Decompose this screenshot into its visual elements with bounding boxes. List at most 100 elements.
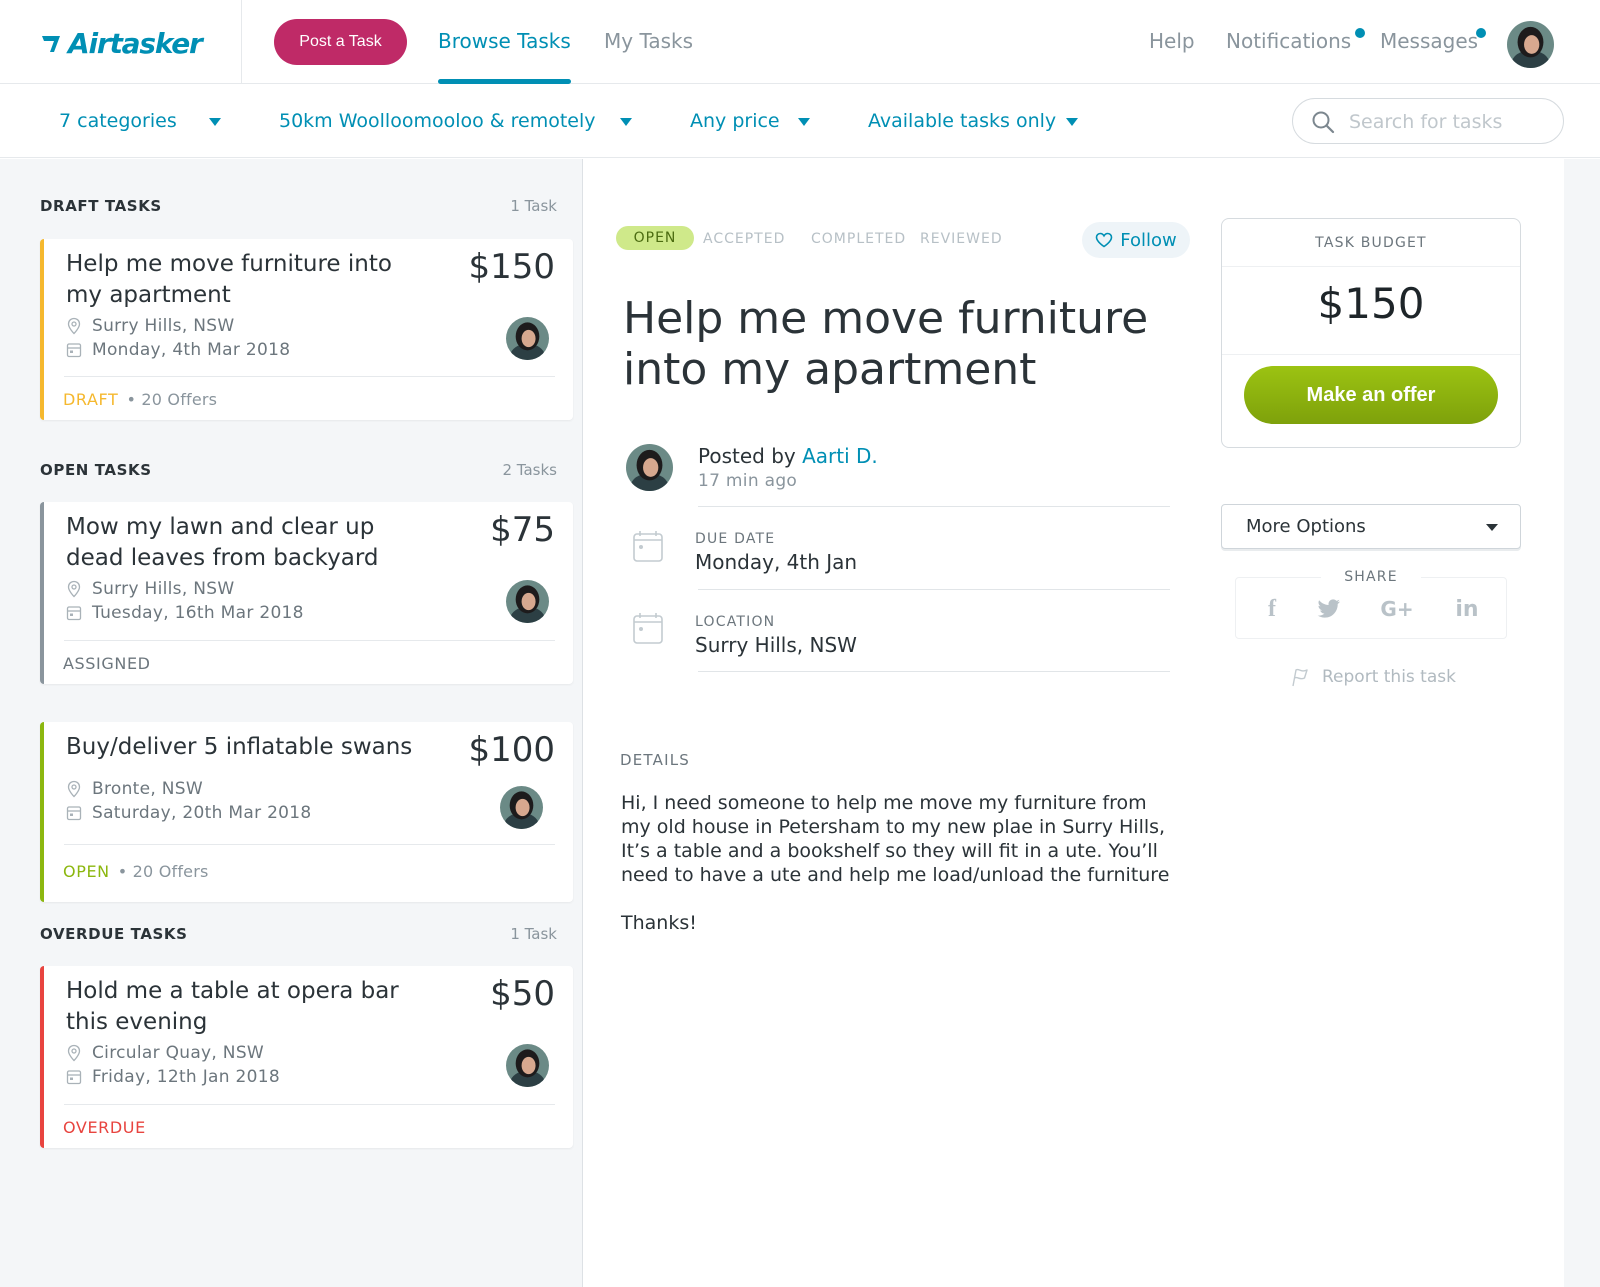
section-count-open: 2 Tasks [502, 461, 558, 479]
details-label: DETAILS [620, 751, 690, 769]
poster-avatar[interactable] [626, 444, 673, 491]
divider [698, 506, 1170, 507]
calendar-icon [66, 606, 82, 621]
poster-avatar [500, 786, 543, 829]
poster-name-link[interactable]: Aarti D. [802, 444, 878, 468]
location-label: LOCATION [695, 614, 776, 630]
task-list-sidebar: DRAFT TASKS 1 Task Help me move furnitur… [0, 159, 583, 1287]
divider [1222, 354, 1520, 355]
location-value: Surry Hills, NSW [695, 633, 857, 657]
task-card-location-text: Bronte, NSW [92, 779, 204, 799]
task-card-location-text: Surry Hills, NSW [92, 316, 235, 336]
logo-text: Airtasker [68, 26, 203, 60]
nav-notifications[interactable]: Notifications [1226, 29, 1351, 53]
report-task-link[interactable]: Report this task [1290, 667, 1456, 687]
search-icon [1312, 111, 1335, 134]
availability-filter[interactable]: Available tasks only [868, 110, 1056, 132]
task-card-title: Mow my lawn and clear up dead leaves fro… [66, 514, 379, 571]
section-count-overdue: 1 Task [510, 925, 557, 943]
more-options-dropdown[interactable]: More Options [1221, 504, 1521, 549]
section-title-open: OPEN TASKS [40, 461, 152, 479]
location-pin-icon [67, 580, 81, 598]
section-title-overdue: OVERDUE TASKS [40, 925, 188, 943]
task-card-price: $50 [490, 974, 555, 1014]
chevron-down-icon[interactable] [1066, 118, 1078, 126]
chevron-down-icon[interactable] [209, 118, 221, 126]
location-pin-icon [67, 780, 81, 798]
task-card-price: $75 [490, 510, 555, 550]
header-divider [241, 0, 242, 84]
flag-icon [1292, 668, 1308, 687]
nav-my-tasks[interactable]: My Tasks [604, 29, 693, 53]
task-card-location: Surry Hills, NSW [66, 579, 234, 599]
price-filter[interactable]: Any price [690, 110, 780, 132]
poster-avatar [506, 1044, 549, 1087]
calendar-icon [66, 343, 82, 358]
active-tab-indicator [438, 79, 571, 84]
post-task-button[interactable]: Post a Task [274, 19, 407, 65]
share-label: SHARE [1321, 569, 1421, 585]
task-card-date-text: Monday, 4th Mar 2018 [92, 340, 291, 360]
follow-label: Follow [1120, 229, 1177, 251]
offers-count: • 20 Offers [117, 862, 209, 881]
task-card-status: ASSIGNED [63, 654, 151, 673]
card-divider [64, 1104, 555, 1105]
search-input[interactable] [1349, 109, 1549, 135]
twitter-icon[interactable] [1316, 596, 1342, 622]
facebook-icon[interactable]: f [1262, 596, 1282, 622]
status-label: OVERDUE [63, 1118, 146, 1137]
status-label: ASSIGNED [63, 654, 151, 673]
status-label: OPEN [63, 862, 110, 881]
task-card-open[interactable]: Buy/deliver 5 inflatable swans $100 Bron… [40, 722, 573, 902]
task-card-location: Bronte, NSW [66, 779, 203, 799]
linkedin-icon[interactable]: in [1454, 596, 1480, 622]
nav-browse-tasks[interactable]: Browse Tasks [438, 29, 571, 53]
card-divider [64, 844, 555, 845]
task-card-title: Hold me a table at opera bar this evenin… [66, 978, 399, 1035]
task-card-status: OVERDUE [63, 1118, 146, 1137]
chevron-down-icon[interactable] [620, 118, 632, 126]
posted-time: 17 min ago [698, 471, 798, 491]
task-card-location-text: Circular Quay, NSW [92, 1043, 265, 1063]
report-label: Report this task [1322, 667, 1456, 687]
more-options-label: More Options [1246, 516, 1366, 537]
task-card-status: OPEN • 20 Offers [63, 862, 209, 881]
google-plus-icon[interactable]: G+ [1380, 596, 1414, 622]
airtasker-logo[interactable]: Airtasker [40, 26, 210, 60]
task-card-price: $100 [468, 730, 555, 770]
user-avatar[interactable] [1507, 21, 1554, 68]
chevron-down-icon[interactable] [798, 118, 810, 126]
card-divider [64, 376, 555, 377]
due-date-label: DUE DATE [695, 531, 776, 547]
make-offer-button[interactable]: Make an offer [1244, 366, 1498, 424]
location-pin-icon [67, 317, 81, 335]
calendar-icon [633, 531, 663, 562]
location-pin-icon [67, 1044, 81, 1062]
details-text: Hi, I need someone to help me move my fu… [621, 792, 1170, 934]
task-budget-card: TASK BUDGET $150 Make an offer [1221, 218, 1521, 448]
task-card-date-text: Saturday, 20th Mar 2018 [92, 803, 312, 823]
filter-bar: 7 categories 50km Woolloomooloo & remote… [0, 85, 1600, 158]
task-card-status: DRAFT • 20 Offers [63, 390, 217, 409]
heart-icon [1095, 232, 1113, 248]
task-card-title: Buy/deliver 5 inflatable swans [66, 734, 413, 760]
right-gutter [1564, 159, 1600, 1287]
follow-button[interactable]: Follow [1082, 222, 1190, 258]
task-card-title: Help me move furniture into my apartment [66, 251, 392, 308]
task-card-price: $150 [468, 247, 555, 287]
messages-unread-dot [1476, 28, 1486, 38]
location-filter[interactable]: 50km Woolloomooloo & remotely [279, 110, 596, 132]
status-step-open: OPEN [616, 226, 694, 250]
budget-label: TASK BUDGET [1315, 235, 1427, 251]
posted-by: Posted by Aarti D. [698, 444, 878, 468]
divider [1222, 266, 1520, 267]
task-card-date: Tuesday, 16th Mar 2018 [66, 603, 304, 623]
search-box[interactable] [1292, 98, 1564, 144]
task-card-assigned[interactable]: Mow my lawn and clear up dead leaves fro… [40, 502, 573, 684]
task-card-draft[interactable]: Help me move furniture into my apartment… [40, 239, 573, 420]
status-step-completed: COMPLETED [811, 231, 907, 247]
nav-messages[interactable]: Messages [1380, 29, 1478, 53]
category-filter[interactable]: 7 categories [59, 110, 177, 132]
task-card-overdue[interactable]: Hold me a table at opera bar this evenin… [40, 966, 573, 1148]
nav-help[interactable]: Help [1149, 29, 1195, 53]
